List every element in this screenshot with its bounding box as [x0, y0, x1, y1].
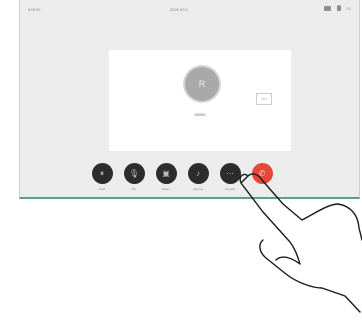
pointing-hand-illustration [239, 173, 362, 313]
hand-outline [239, 173, 362, 313]
fingertip-outline [240, 175, 249, 184]
